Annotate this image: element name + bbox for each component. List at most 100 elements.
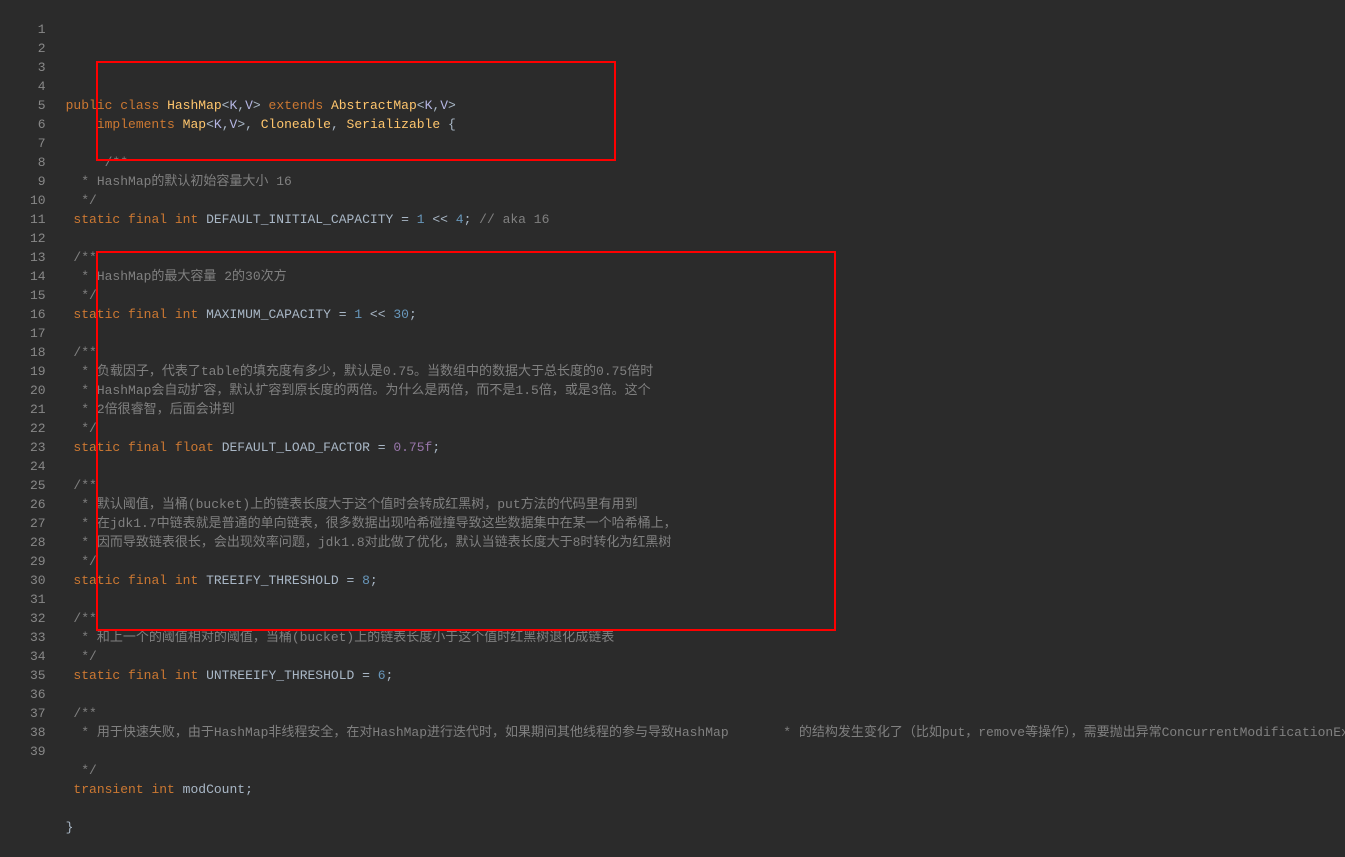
token-cls: Serializable <box>347 117 441 132</box>
line-number: 5 <box>30 96 46 115</box>
token-plain: ; <box>370 573 378 588</box>
token-cmt: /** <box>66 611 97 626</box>
token-cmt: /** <box>66 706 97 721</box>
line-number: 7 <box>30 134 46 153</box>
token-cmt: */ <box>66 763 97 778</box>
token-cmt: */ <box>66 421 97 436</box>
token-cmt: * 用于快速失败，由于HashMap非线程安全，在对HashMap进行迭代时，如… <box>66 725 1345 740</box>
code-line <box>66 134 1345 153</box>
token-plain <box>66 744 74 759</box>
token-plain <box>66 117 97 132</box>
code-line: /** <box>66 476 1345 495</box>
line-number: 24 <box>30 457 46 476</box>
token-kw: final <box>128 668 167 683</box>
line-number: 14 <box>30 267 46 286</box>
token-plain <box>120 573 128 588</box>
code-line: /** <box>66 704 1345 723</box>
line-number: 8 <box>30 153 46 172</box>
code-content: public class HashMap<K,V> extends Abstra… <box>66 20 1345 837</box>
code-line <box>66 742 1345 761</box>
code-line <box>66 324 1345 343</box>
token-plain <box>120 440 128 455</box>
token-type: V <box>440 98 448 113</box>
token-kw: int <box>175 307 198 322</box>
line-number: 10 <box>30 191 46 210</box>
code-line: /** <box>66 153 1345 172</box>
token-cmt: * HashMap的默认初始容量大小 16 <box>66 174 292 189</box>
token-kw: float <box>175 440 214 455</box>
token-cmt: // aka 16 <box>479 212 549 227</box>
line-number: 22 <box>30 419 46 438</box>
token-numf: 0.75f <box>393 440 432 455</box>
token-num: 1 <box>417 212 425 227</box>
token-plain: << <box>362 307 393 322</box>
token-kw: transient <box>73 782 143 797</box>
token-kw: static <box>73 573 120 588</box>
code-line: * HashMap的最大容量 2的30次方 <box>66 267 1345 286</box>
line-number: 3 <box>30 58 46 77</box>
token-plain <box>66 687 74 702</box>
line-number: 18 <box>30 343 46 362</box>
token-kw: final <box>128 212 167 227</box>
token-plain: TREEIFY_THRESHOLD = <box>198 573 362 588</box>
line-number: 2 <box>30 39 46 58</box>
token-cmt: /** <box>66 250 97 265</box>
token-plain <box>120 668 128 683</box>
token-plain: , <box>237 98 245 113</box>
token-plain <box>175 117 183 132</box>
token-cmt: */ <box>66 288 97 303</box>
code-line: * 因而导致链表很长，会出现效率问题，jdk1.8对此做了优化，默认当链表长度大… <box>66 533 1345 552</box>
token-cmt: * 在jdk1.7中链表就是普通的单向链表，很多数据出现哈希碰撞导致这些数据集中… <box>66 516 677 531</box>
code-line: * 2倍很睿智，后面会讲到 <box>66 400 1345 419</box>
line-number: 35 <box>30 666 46 685</box>
token-cmt: */ <box>66 193 97 208</box>
code-line: static final int UNTREEIFY_THRESHOLD = 6… <box>66 666 1345 685</box>
line-number: 27 <box>30 514 46 533</box>
line-number: 20 <box>30 381 46 400</box>
line-number: 29 <box>30 552 46 571</box>
line-number: 13 <box>30 248 46 267</box>
token-kw: int <box>175 668 198 683</box>
line-number: 34 <box>30 647 46 666</box>
token-num: 8 <box>362 573 370 588</box>
token-plain: DEFAULT_LOAD_FACTOR = <box>214 440 393 455</box>
token-cls: Cloneable <box>261 117 331 132</box>
token-cmt: * 负载因子，代表了table的填充度有多少，默认是0.75。当数组中的数据大于… <box>66 364 654 379</box>
code-line: * HashMap的默认初始容量大小 16 <box>66 172 1345 191</box>
token-plain <box>167 307 175 322</box>
token-cmt: * HashMap会自动扩容，默认扩容到原长度的两倍。为什么是两倍，而不是1.5… <box>66 383 651 398</box>
line-number: 11 <box>30 210 46 229</box>
token-plain <box>167 668 175 683</box>
token-cmt: */ <box>66 649 97 664</box>
token-plain: ; <box>432 440 440 455</box>
line-number: 30 <box>30 571 46 590</box>
line-number: 4 <box>30 77 46 96</box>
token-plain: MAXIMUM_CAPACITY = <box>198 307 354 322</box>
code-line: * HashMap会自动扩容，默认扩容到原长度的两倍。为什么是两倍，而不是1.5… <box>66 381 1345 400</box>
token-plain: ; <box>386 668 394 683</box>
code-line: */ <box>66 286 1345 305</box>
token-cmt: * HashMap的最大容量 2的30次方 <box>66 269 287 284</box>
code-line: */ <box>66 191 1345 210</box>
line-number: 6 <box>30 115 46 134</box>
token-cmt: * 因而导致链表很长，会出现效率问题，jdk1.8对此做了优化，默认当链表长度大… <box>66 535 672 550</box>
line-number: 36 <box>30 685 46 704</box>
token-kw: int <box>175 573 198 588</box>
line-number: 31 <box>30 590 46 609</box>
line-number: 26 <box>30 495 46 514</box>
code-line: /** <box>66 609 1345 628</box>
token-cls: HashMap <box>167 98 222 113</box>
token-kw: public <box>66 98 113 113</box>
token-kw: static <box>73 307 120 322</box>
line-number: 9 <box>30 172 46 191</box>
code-line <box>66 590 1345 609</box>
line-number: 17 <box>30 324 46 343</box>
token-plain: << <box>425 212 456 227</box>
line-number: 28 <box>30 533 46 552</box>
token-num: 30 <box>393 307 409 322</box>
token-kw: int <box>151 782 174 797</box>
code-line: * 默认阈值，当桶(bucket)上的链表长度大于这个值时会转成红黑树，put方… <box>66 495 1345 514</box>
token-kw: final <box>128 440 167 455</box>
token-plain <box>167 212 175 227</box>
code-line: */ <box>66 761 1345 780</box>
